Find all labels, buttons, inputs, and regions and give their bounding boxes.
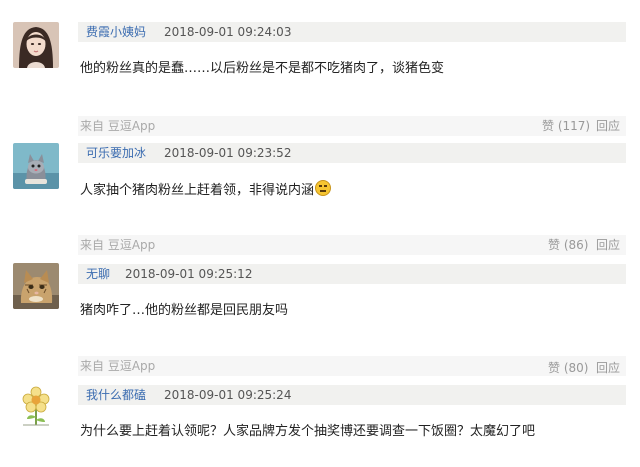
comment-source: 来自 豆逗App [80,359,156,373]
girl-portrait-avatar-icon [13,22,59,68]
comment-meta-bar [78,235,626,255]
cat-photo-avatar-icon [13,263,59,309]
comment-source: 来自 豆逗App [80,119,156,133]
comment-text-content: 人家抽个猪肉粉丝上赶着领，非得说内涵 [80,183,315,198]
comment-header [78,22,626,42]
like-button[interactable]: 赞 (117) [542,116,590,136]
comment-meta-bar [78,356,626,376]
comment-timestamp: 2018-09-01 09:25:12 [125,267,253,281]
user-avatar[interactable] [13,22,59,68]
reply-button[interactable]: 回应 [596,116,620,136]
comment-timestamp: 2018-09-01 09:25:24 [164,388,292,402]
comment-timestamp: 2018-09-01 09:23:52 [164,146,292,160]
comment-text: 猪肉咋了…他的粉丝都是回民朋友吗 [80,303,289,318]
user-avatar[interactable] [13,383,59,429]
comment-source: 来自 豆逗App [80,238,156,252]
comment-author[interactable]: 费霞小姨妈 [86,22,146,42]
comment-author[interactable]: 可乐要加冰 [86,143,146,163]
comment-text: 他的粉丝真的是蠢……以后粉丝是不是都不吃猪肉了，谈猪色变 [80,61,445,76]
comment-author[interactable]: 我什么都磕 [86,385,146,405]
flower-doodle-avatar-icon [13,383,59,429]
comment-text: 人家抽个猪肉粉丝上赶着领，非得说内涵 [80,180,332,201]
comment-author[interactable]: 无聊 [86,264,110,284]
user-avatar[interactable] [13,263,59,309]
reply-button[interactable]: 回应 [596,235,620,255]
cartoon-cat-avatar-icon [13,143,59,189]
user-avatar[interactable] [13,143,59,189]
comment-text: 为什么要上赶着认领呢？人家品牌方发个抽奖博还要调查一下饭圈？太魔幻了吧 [80,424,536,439]
comment-header [78,143,626,163]
like-button[interactable]: 赞 (86) [548,235,588,255]
smirk-emoji-icon [315,180,332,196]
like-button[interactable]: 赞 (80) [548,358,588,378]
comment-timestamp: 2018-09-01 09:24:03 [164,25,292,39]
reply-button[interactable]: 回应 [596,358,620,378]
comment-header [78,385,626,405]
